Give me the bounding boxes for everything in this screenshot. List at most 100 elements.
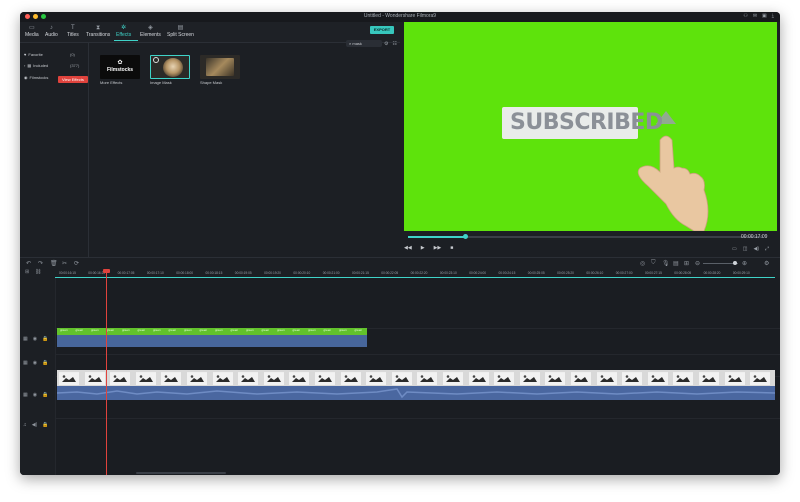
clip-segment-label: green (137, 328, 146, 332)
clip-segment-label: green (184, 328, 192, 332)
cart-icon[interactable]: ▣ (762, 13, 767, 19)
included-count: (377) (70, 63, 80, 68)
elements-icon: ◈ (148, 25, 153, 31)
video-frame-thumbnail (340, 372, 361, 385)
play-icon[interactable]: ▶ (421, 245, 425, 251)
feedback-icon[interactable]: ✉ (753, 13, 757, 19)
redo-icon[interactable]: ↷ (38, 260, 43, 267)
lock-icon[interactable]: 🔒 (42, 360, 48, 366)
eye-icon[interactable]: ◉ (33, 392, 37, 398)
lock-icon[interactable]: 🔒 (42, 336, 48, 342)
delete-icon[interactable]: 🗑 (50, 260, 58, 267)
lock-icon[interactable]: 🔒 (42, 392, 48, 398)
download-badge-icon (153, 57, 159, 63)
eye-icon[interactable]: ◉ (33, 336, 37, 342)
download-icon[interactable]: ⤓ (772, 13, 774, 19)
user-icon[interactable]: ⚇ (743, 13, 747, 19)
prev-frame-icon[interactable]: ◀◀ (404, 245, 412, 251)
tab-titles[interactable]: T Titles (67, 24, 79, 38)
tab-transitions[interactable]: ⧗ Transitions (86, 24, 110, 38)
sidebar-item-favorite[interactable]: ♥ Favorite (24, 52, 43, 57)
view-effects-button[interactable]: View Effects (58, 76, 88, 83)
volume-track-icon[interactable]: ◀) (32, 422, 38, 428)
grid-view-icon[interactable]: ☷ (392, 41, 396, 47)
clip-segment-label: green (75, 328, 84, 332)
eye-icon[interactable]: ◉ (33, 360, 37, 366)
playhead-handle[interactable] (103, 269, 110, 273)
video-frame-thumbnail (289, 372, 310, 385)
main-video-clip[interactable] (57, 370, 775, 386)
tab-audio[interactable]: ♪ Audio (45, 24, 58, 38)
tab-audio-label: Audio (45, 32, 58, 38)
cut-icon[interactable]: ✂ (62, 260, 67, 267)
adjust-icon[interactable]: ⟳ (74, 260, 79, 267)
track-icon: ▦ (23, 336, 28, 342)
ruler-tick-label: 00:00:20:10 (293, 271, 311, 275)
effects-sidebar: ♥ Favorite (0) › ▦ Included (377) ◉ Film… (20, 43, 89, 263)
effects-icon: ✲ (121, 25, 127, 31)
tab-media[interactable]: ▭ Media (25, 24, 39, 38)
mic-icon[interactable]: 🎙 (662, 260, 670, 267)
track-empty-top (20, 278, 780, 329)
sidebar-item-filmstocks[interactable]: ◉ Filmstocks (24, 75, 48, 80)
zoom-in-icon[interactable]: ⊕ (742, 260, 747, 267)
settings-icon[interactable]: ⚙ (764, 260, 769, 267)
main-audio-waveform[interactable] (57, 386, 775, 400)
effect-thumb-shape-mask[interactable] (200, 55, 240, 79)
tab-split-screen[interactable]: ▤ Split Screen (167, 24, 194, 38)
video-frame-thumbnail (647, 372, 668, 385)
video-frame-thumbnail (622, 372, 643, 385)
timeline-scrollbar[interactable] (136, 472, 226, 474)
tab-effects[interactable]: ✲ Effects (116, 24, 131, 38)
playhead-line[interactable] (106, 270, 107, 475)
preview-progress-handle[interactable] (462, 234, 468, 239)
undo-icon[interactable]: ↶ (26, 260, 31, 267)
export-button[interactable]: EXPORT (370, 26, 394, 34)
add-track-icon[interactable]: ⊞ (25, 269, 29, 275)
next-frame-icon[interactable]: ▶▶ (434, 245, 442, 251)
split-screen-icon: ▤ (177, 25, 184, 31)
window-title: Untitled - Wondershare Filmora9 (363, 13, 437, 19)
shape-mask-preview (206, 58, 234, 76)
voiceover-icon[interactable]: ▤ (673, 260, 679, 267)
filmstocks-badge: Filmstocks (106, 67, 134, 73)
snapshot-icon[interactable]: ◫ (743, 246, 748, 252)
volume-icon[interactable]: ◀) (753, 246, 759, 252)
title-bar: Untitled - Wondershare Filmora9 ⚇ ✉ ▣ ⤓ (20, 12, 780, 22)
effect-thumb-image-mask[interactable] (150, 55, 190, 79)
clip-segment-label: green (230, 328, 239, 332)
tab-elements[interactable]: ◈ Elements (140, 24, 161, 38)
split-audio-icon[interactable]: ⊞ (684, 260, 689, 267)
stop-icon[interactable]: ■ (450, 245, 453, 251)
search-input[interactable]: ⌕ mask (346, 40, 382, 47)
green-screen-audio-clip[interactable] (57, 335, 367, 347)
clip-segment-label: green (168, 328, 177, 332)
link-icon[interactable]: ⛓ (35, 269, 41, 275)
green-screen-clip[interactable]: green green green green green green green green… (57, 328, 367, 335)
transition-icon: ⧗ (96, 25, 101, 31)
zoom-out-icon[interactable]: ⊖ (695, 260, 700, 267)
effect-label: Shape Mask (200, 80, 223, 85)
video-frame-thumbnail (110, 372, 131, 385)
video-frame-thumbnail (135, 372, 156, 385)
shield-icon[interactable]: ⛉ (651, 260, 656, 267)
ruler-tick-label: 00:00:22:05 (381, 271, 399, 275)
fullscreen-icon[interactable]: ⤢ (765, 246, 769, 252)
effect-thumb-more-effects[interactable]: ✿ Filmstocks (100, 55, 140, 79)
filter-icon[interactable]: ⚙ (384, 41, 388, 47)
sidebar-item-included[interactable]: › ▦ Included (24, 63, 48, 68)
zoom-slider-handle[interactable] (733, 261, 737, 265)
track-audio-1: ♫ ◀) 🔒 (20, 418, 780, 475)
preview-progress-bar[interactable] (408, 234, 763, 239)
render-preview-icon[interactable]: ◎ (640, 260, 645, 267)
ruler-tick-label: 00:00:27:00 (615, 271, 633, 275)
clip-segment-label: green (246, 328, 254, 332)
effect-label: More Effects (100, 80, 123, 85)
lock-icon[interactable]: 🔒 (42, 422, 48, 428)
ruler-tick-label: 00:00:19:20 (264, 271, 281, 275)
preview-timecode: 00:00:17:09 (741, 234, 768, 240)
render-icon[interactable]: ▭ (732, 246, 737, 252)
ruler-tick-label: 00:00:25:05 (527, 271, 545, 275)
ruler-tick-label: 00:00:21:00 (322, 271, 340, 275)
ruler-tick-label: 00:00:24:00 (469, 271, 487, 275)
